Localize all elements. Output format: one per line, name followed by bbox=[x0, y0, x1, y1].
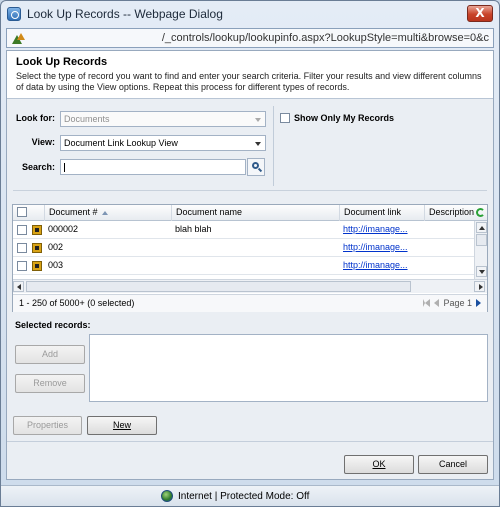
next-page-icon[interactable] bbox=[476, 299, 481, 307]
scroll-left-button[interactable] bbox=[13, 281, 24, 292]
arrow-up-icon bbox=[479, 226, 485, 230]
cell-document-link[interactable]: http://imanage... bbox=[339, 221, 424, 239]
ok-button[interactable]: OK bbox=[344, 455, 414, 474]
cell-document-name bbox=[171, 239, 339, 257]
address-url: /_controls/lookup/lookupinfo.aspx?Lookup… bbox=[161, 32, 489, 44]
address-bar: /_controls/lookup/lookupinfo.aspx?Lookup… bbox=[6, 28, 494, 48]
remove-button[interactable]: Remove bbox=[15, 374, 85, 393]
internet-globe-icon bbox=[161, 490, 173, 502]
ie-page-icon bbox=[7, 7, 21, 21]
scroll-up-button[interactable] bbox=[476, 222, 487, 233]
text-caret bbox=[64, 163, 65, 172]
section-divider bbox=[13, 190, 487, 191]
column-header-document-link[interactable]: Document link bbox=[339, 205, 424, 221]
show-only-my-records-checkbox[interactable] bbox=[280, 113, 290, 123]
view-value: Document Link Lookup View bbox=[64, 138, 178, 148]
status-bar: Internet | Protected Mode: Off bbox=[1, 485, 499, 506]
results-grid: Document # Document name Document link D… bbox=[12, 204, 488, 312]
vertical-scrollbar[interactable] bbox=[474, 221, 487, 279]
chevron-down-icon bbox=[255, 142, 261, 146]
table-row[interactable]: 000002 blah blah http://imanage... bbox=[13, 221, 475, 239]
arrow-left-icon bbox=[17, 284, 21, 290]
look-for-select[interactable]: Documents bbox=[60, 111, 266, 127]
look-for-label: Look for: bbox=[16, 113, 55, 123]
row-checkbox[interactable] bbox=[17, 225, 27, 235]
cell-document-name: blah blah bbox=[175, 224, 212, 234]
previous-page-icon[interactable] bbox=[434, 299, 440, 307]
show-only-my-records-label: Show Only My Records bbox=[294, 113, 395, 123]
document-link-icon bbox=[32, 243, 42, 253]
cell-document-name bbox=[171, 257, 339, 275]
table-row[interactable]: 002 http://imanage... bbox=[13, 239, 475, 257]
first-page-icon[interactable] bbox=[423, 299, 431, 307]
selected-records-list[interactable] bbox=[89, 334, 488, 402]
column-header-document-name[interactable]: Document name bbox=[171, 205, 339, 221]
grid-footer: 1 - 250 of 5000+ (0 selected) Page 1 bbox=[13, 294, 487, 312]
cell-document-number: 000002 bbox=[48, 224, 79, 234]
new-button[interactable]: New bbox=[87, 416, 157, 435]
record-count: 1 - 250 of 5000+ (0 selected) bbox=[19, 298, 135, 308]
view-label: View: bbox=[31, 137, 55, 147]
row-checkbox[interactable] bbox=[17, 261, 27, 271]
selected-records-label: Selected records: bbox=[15, 320, 91, 330]
page-description: Select the type of record you want to fi… bbox=[16, 71, 482, 92]
horizontal-scrollbar[interactable] bbox=[13, 279, 487, 293]
horizontal-scroll-thumb[interactable] bbox=[26, 281, 411, 292]
close-button[interactable]: X bbox=[467, 5, 493, 22]
title-bar: Look Up Records -- Webpage Dialog X bbox=[1, 1, 499, 27]
page-title: Look Up Records bbox=[16, 56, 108, 68]
scroll-down-button[interactable] bbox=[476, 266, 487, 277]
pager: Page 1 bbox=[423, 298, 481, 308]
header-panel: Look Up Records Select the type of recor… bbox=[7, 51, 493, 99]
lookup-dialog-window: Look Up Records -- Webpage Dialog X /_co… bbox=[0, 0, 500, 507]
search-button[interactable] bbox=[247, 158, 265, 176]
arrow-right-icon bbox=[479, 284, 483, 290]
footer-divider bbox=[7, 441, 493, 442]
search-input[interactable] bbox=[60, 159, 246, 175]
table-row[interactable]: 003 http://imanage... bbox=[13, 257, 475, 275]
status-text: Internet | Protected Mode: Off bbox=[178, 490, 310, 502]
dynamics-crm-icon bbox=[11, 31, 25, 45]
cell-document-number: 003 bbox=[48, 260, 64, 270]
chevron-down-icon bbox=[255, 118, 261, 122]
cell-document-number: 002 bbox=[48, 242, 64, 252]
select-all-checkbox[interactable] bbox=[17, 207, 27, 217]
cancel-button[interactable]: Cancel bbox=[418, 455, 488, 474]
look-for-value: Documents bbox=[64, 114, 110, 124]
dialog-content: Look Up Records Select the type of recor… bbox=[6, 50, 494, 480]
page-label: Page 1 bbox=[443, 298, 472, 308]
refresh-icon[interactable] bbox=[476, 208, 485, 217]
scroll-right-button[interactable] bbox=[474, 281, 485, 292]
vertical-scroll-thumb[interactable] bbox=[476, 234, 487, 246]
sort-ascending-icon bbox=[101, 210, 108, 215]
window-title: Look Up Records -- Webpage Dialog bbox=[27, 7, 223, 21]
search-label: Search: bbox=[21, 162, 55, 172]
grid-header: Document # Document name Document link D… bbox=[13, 205, 487, 221]
cell-document-link[interactable]: http://imanage... bbox=[339, 257, 424, 275]
properties-button[interactable]: Properties bbox=[13, 416, 82, 435]
form-divider bbox=[273, 106, 274, 186]
add-button[interactable]: Add bbox=[15, 345, 85, 364]
row-checkbox[interactable] bbox=[17, 243, 27, 253]
document-link-icon bbox=[32, 261, 42, 271]
document-link-icon bbox=[32, 225, 42, 235]
arrow-down-icon bbox=[479, 270, 485, 274]
column-header-description[interactable]: Description bbox=[424, 205, 484, 221]
column-header-document-number[interactable]: Document # bbox=[44, 205, 171, 221]
view-select[interactable]: Document Link Lookup View bbox=[60, 135, 266, 151]
security-zone: Internet | Protected Mode: Off bbox=[161, 490, 309, 502]
cell-document-link[interactable]: http://imanage... bbox=[339, 239, 424, 257]
